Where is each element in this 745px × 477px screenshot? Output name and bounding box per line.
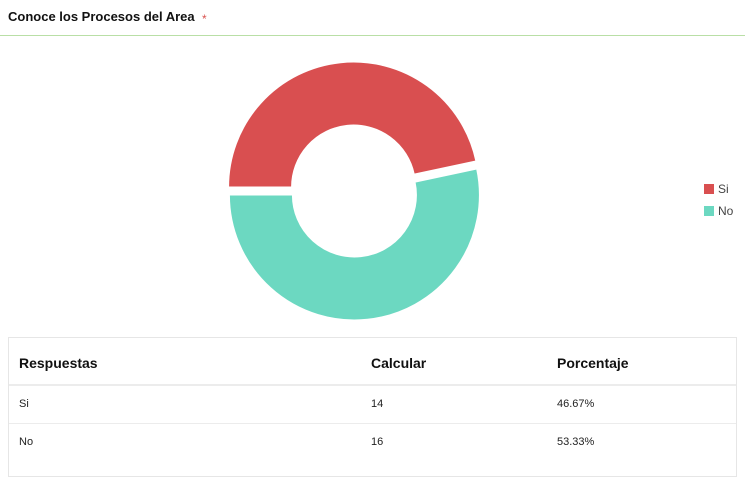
table-row: Si 14 46.67% — [9, 386, 736, 424]
cell-calcular: 16 — [371, 436, 384, 448]
header-respuestas: Respuestas — [19, 355, 98, 371]
results-table: Respuestas Calcular Porcentaje Si 14 46.… — [8, 337, 737, 477]
legend-label-no: No — [718, 204, 734, 218]
cell-calcular: 14 — [371, 398, 384, 410]
legend-label-si: Si — [718, 182, 729, 196]
cell-respuesta: Si — [19, 398, 29, 410]
header-calcular: Calcular — [371, 355, 427, 371]
required-asterisk: * — [202, 12, 207, 26]
legend-swatch-si — [704, 184, 714, 194]
donut-slice-si[interactable] — [228, 61, 477, 188]
legend-swatch-no — [704, 206, 714, 216]
chart-legend: Si No — [704, 178, 733, 222]
donut-slice-no[interactable] — [228, 168, 480, 321]
table-row: No 16 53.33% — [9, 424, 736, 462]
cell-porcentaje: 46.67% — [557, 398, 595, 410]
donut-chart — [228, 61, 480, 321]
legend-item-no[interactable]: No — [704, 200, 733, 222]
table-header-row: Respuestas Calcular Porcentaje — [9, 338, 736, 386]
legend-item-si[interactable]: Si — [704, 178, 733, 200]
header-porcentaje: Porcentaje — [557, 355, 629, 371]
cell-respuesta: No — [19, 436, 34, 448]
cell-porcentaje: 53.33% — [557, 436, 595, 448]
question-title: Conoce los Procesos del Area — [8, 9, 195, 24]
question-header: Conoce los Procesos del Area * — [0, 0, 745, 36]
